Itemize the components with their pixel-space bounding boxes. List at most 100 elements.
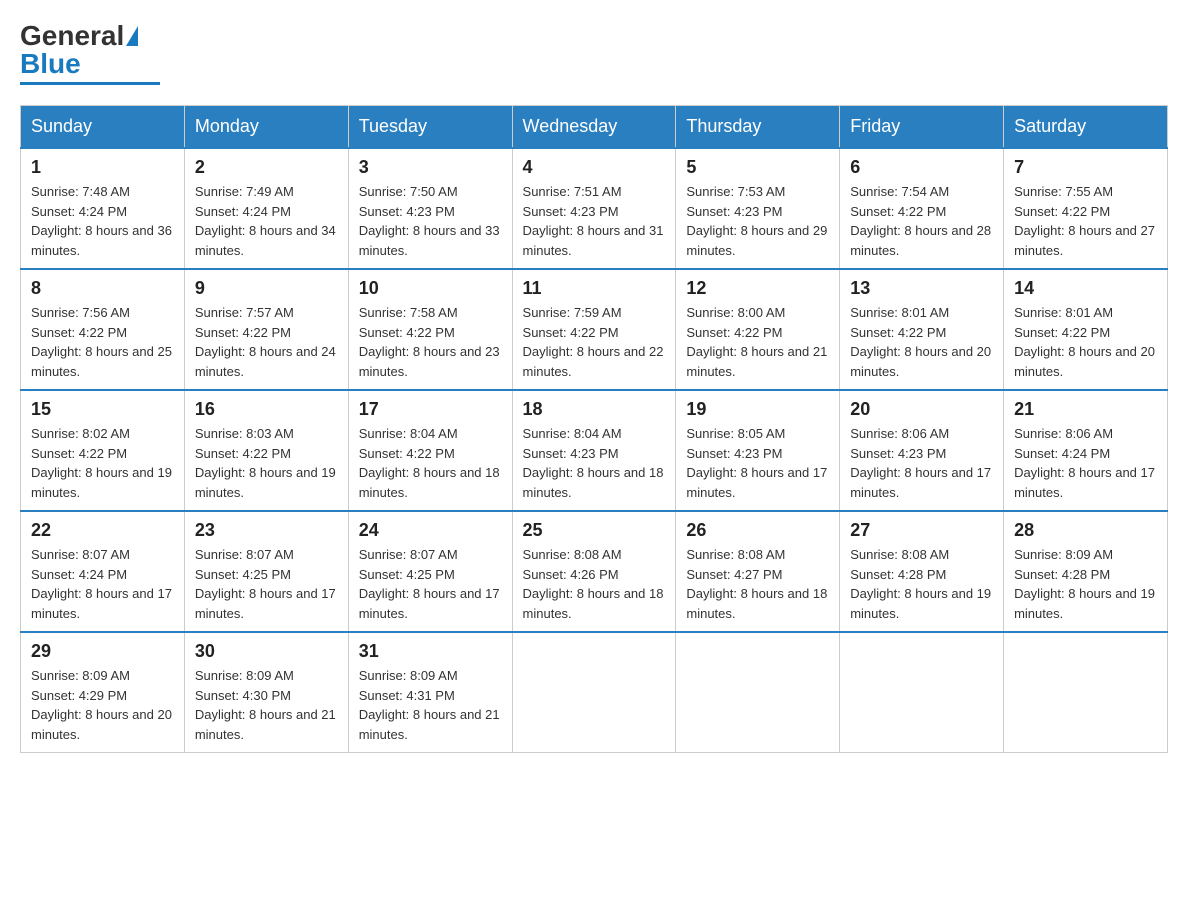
day-number: 2 xyxy=(195,157,338,178)
calendar-cell: 31Sunrise: 8:09 AMSunset: 4:31 PMDayligh… xyxy=(348,632,512,753)
day-number: 7 xyxy=(1014,157,1157,178)
calendar-cell: 1 Sunrise: 7:48 AMSunset: 4:24 PMDaylight… xyxy=(21,148,185,269)
day-info: Sunrise: 8:06 AMSunset: 4:23 PMDaylight:… xyxy=(850,424,993,502)
calendar-cell: 5 Sunrise: 7:53 AMSunset: 4:23 PMDaylight… xyxy=(676,148,840,269)
day-info: Sunrise: 8:00 AMSunset: 4:22 PMDaylight:… xyxy=(686,303,829,381)
day-number: 24 xyxy=(359,520,502,541)
calendar-cell: 10Sunrise: 7:58 AMSunset: 4:22 PMDayligh… xyxy=(348,269,512,390)
day-info: Sunrise: 7:57 AMSunset: 4:22 PMDaylight:… xyxy=(195,303,338,381)
calendar-cell: 13 Sunrise: 8:01 AMSunset: 4:22 PMDayligh… xyxy=(840,269,1004,390)
weekday-header-saturday: Saturday xyxy=(1004,106,1168,149)
day-number: 1 xyxy=(31,157,174,178)
calendar-cell: 3 Sunrise: 7:50 AMSunset: 4:23 PMDaylight… xyxy=(348,148,512,269)
day-info: Sunrise: 7:54 AMSunset: 4:22 PMDaylight:… xyxy=(850,182,993,260)
day-number: 13 xyxy=(850,278,993,299)
day-info: Sunrise: 7:55 AMSunset: 4:22 PMDaylight:… xyxy=(1014,182,1157,260)
calendar-cell: 16 Sunrise: 8:03 AMSunset: 4:22 PMDayligh… xyxy=(184,390,348,511)
calendar-cell: 28Sunrise: 8:09 AMSunset: 4:28 PMDayligh… xyxy=(1004,511,1168,632)
calendar-cell: 24 Sunrise: 8:07 AMSunset: 4:25 PMDayligh… xyxy=(348,511,512,632)
calendar-cell: 17 Sunrise: 8:04 AMSunset: 4:22 PMDayligh… xyxy=(348,390,512,511)
day-number: 16 xyxy=(195,399,338,420)
calendar-cell: 7 Sunrise: 7:55 AMSunset: 4:22 PMDaylight… xyxy=(1004,148,1168,269)
calendar-cell: 20 Sunrise: 8:06 AMSunset: 4:23 PMDayligh… xyxy=(840,390,1004,511)
weekday-header-tuesday: Tuesday xyxy=(348,106,512,149)
day-number: 10 xyxy=(359,278,502,299)
calendar-table: SundayMondayTuesdayWednesdayThursdayFrid… xyxy=(20,105,1168,753)
day-number: 22 xyxy=(31,520,174,541)
day-info: Sunrise: 7:50 AMSunset: 4:23 PMDaylight:… xyxy=(359,182,502,260)
day-info: Sunrise: 8:04 AMSunset: 4:22 PMDaylight:… xyxy=(359,424,502,502)
day-info: Sunrise: 8:04 AMSunset: 4:23 PMDaylight:… xyxy=(523,424,666,502)
week-row-5: 29Sunrise: 8:09 AMSunset: 4:29 PMDayligh… xyxy=(21,632,1168,753)
day-info: Sunrise: 8:07 AMSunset: 4:25 PMDaylight:… xyxy=(359,545,502,623)
day-number: 8 xyxy=(31,278,174,299)
calendar-cell: 14Sunrise: 8:01 AMSunset: 4:22 PMDayligh… xyxy=(1004,269,1168,390)
day-number: 18 xyxy=(523,399,666,420)
calendar-cell: 26Sunrise: 8:08 AMSunset: 4:27 PMDayligh… xyxy=(676,511,840,632)
day-number: 30 xyxy=(195,641,338,662)
week-row-3: 15 Sunrise: 8:02 AMSunset: 4:22 PMDayligh… xyxy=(21,390,1168,511)
day-info: Sunrise: 8:01 AMSunset: 4:22 PMDaylight:… xyxy=(850,303,993,381)
day-info: Sunrise: 7:49 AMSunset: 4:24 PMDaylight:… xyxy=(195,182,338,260)
logo-triangle-icon xyxy=(126,26,138,46)
calendar-cell: 11 Sunrise: 7:59 AMSunset: 4:22 PMDayligh… xyxy=(512,269,676,390)
day-number: 9 xyxy=(195,278,338,299)
day-info: Sunrise: 8:07 AMSunset: 4:25 PMDaylight:… xyxy=(195,545,338,623)
calendar-cell: 9 Sunrise: 7:57 AMSunset: 4:22 PMDaylight… xyxy=(184,269,348,390)
day-number: 23 xyxy=(195,520,338,541)
day-number: 28 xyxy=(1014,520,1157,541)
day-number: 3 xyxy=(359,157,502,178)
calendar-cell xyxy=(676,632,840,753)
day-number: 19 xyxy=(686,399,829,420)
day-info: Sunrise: 8:03 AMSunset: 4:22 PMDaylight:… xyxy=(195,424,338,502)
calendar-cell: 23 Sunrise: 8:07 AMSunset: 4:25 PMDayligh… xyxy=(184,511,348,632)
day-info: Sunrise: 7:53 AMSunset: 4:23 PMDaylight:… xyxy=(686,182,829,260)
day-number: 27 xyxy=(850,520,993,541)
calendar-cell: 29Sunrise: 8:09 AMSunset: 4:29 PMDayligh… xyxy=(21,632,185,753)
day-info: Sunrise: 8:05 AMSunset: 4:23 PMDaylight:… xyxy=(686,424,829,502)
day-number: 14 xyxy=(1014,278,1157,299)
day-number: 4 xyxy=(523,157,666,178)
day-number: 25 xyxy=(523,520,666,541)
weekday-header-sunday: Sunday xyxy=(21,106,185,149)
day-number: 26 xyxy=(686,520,829,541)
day-info: Sunrise: 8:07 AMSunset: 4:24 PMDaylight:… xyxy=(31,545,174,623)
calendar-cell: 27 Sunrise: 8:08 AMSunset: 4:28 PMDayligh… xyxy=(840,511,1004,632)
day-number: 21 xyxy=(1014,399,1157,420)
calendar-cell: 22 Sunrise: 8:07 AMSunset: 4:24 PMDayligh… xyxy=(21,511,185,632)
logo-blue-text: Blue xyxy=(20,48,81,80)
day-number: 5 xyxy=(686,157,829,178)
calendar-cell: 6Sunrise: 7:54 AMSunset: 4:22 PMDaylight… xyxy=(840,148,1004,269)
day-number: 29 xyxy=(31,641,174,662)
day-info: Sunrise: 7:51 AMSunset: 4:23 PMDaylight:… xyxy=(523,182,666,260)
weekday-header-wednesday: Wednesday xyxy=(512,106,676,149)
day-number: 17 xyxy=(359,399,502,420)
calendar-cell: 12 Sunrise: 8:00 AMSunset: 4:22 PMDayligh… xyxy=(676,269,840,390)
day-info: Sunrise: 8:09 AMSunset: 4:31 PMDaylight:… xyxy=(359,666,502,744)
week-row-2: 8 Sunrise: 7:56 AMSunset: 4:22 PMDaylight… xyxy=(21,269,1168,390)
week-row-1: 1 Sunrise: 7:48 AMSunset: 4:24 PMDaylight… xyxy=(21,148,1168,269)
week-row-4: 22 Sunrise: 8:07 AMSunset: 4:24 PMDayligh… xyxy=(21,511,1168,632)
day-info: Sunrise: 8:09 AMSunset: 4:30 PMDaylight:… xyxy=(195,666,338,744)
weekday-header-friday: Friday xyxy=(840,106,1004,149)
day-info: Sunrise: 8:06 AMSunset: 4:24 PMDaylight:… xyxy=(1014,424,1157,502)
calendar-cell: 21 Sunrise: 8:06 AMSunset: 4:24 PMDayligh… xyxy=(1004,390,1168,511)
day-info: Sunrise: 7:56 AMSunset: 4:22 PMDaylight:… xyxy=(31,303,174,381)
calendar-cell xyxy=(840,632,1004,753)
weekday-header-thursday: Thursday xyxy=(676,106,840,149)
day-number: 12 xyxy=(686,278,829,299)
day-info: Sunrise: 7:59 AMSunset: 4:22 PMDaylight:… xyxy=(523,303,666,381)
day-number: 11 xyxy=(523,278,666,299)
calendar-cell: 25 Sunrise: 8:08 AMSunset: 4:26 PMDayligh… xyxy=(512,511,676,632)
day-info: Sunrise: 8:08 AMSunset: 4:28 PMDaylight:… xyxy=(850,545,993,623)
page-header: General Blue xyxy=(20,20,1168,85)
day-info: Sunrise: 8:02 AMSunset: 4:22 PMDaylight:… xyxy=(31,424,174,502)
day-number: 15 xyxy=(31,399,174,420)
day-info: Sunrise: 7:48 AMSunset: 4:24 PMDaylight:… xyxy=(31,182,174,260)
day-info: Sunrise: 8:08 AMSunset: 4:26 PMDaylight:… xyxy=(523,545,666,623)
calendar-cell: 15 Sunrise: 8:02 AMSunset: 4:22 PMDayligh… xyxy=(21,390,185,511)
weekday-header-monday: Monday xyxy=(184,106,348,149)
day-number: 20 xyxy=(850,399,993,420)
calendar-cell xyxy=(1004,632,1168,753)
weekday-header-row: SundayMondayTuesdayWednesdayThursdayFrid… xyxy=(21,106,1168,149)
